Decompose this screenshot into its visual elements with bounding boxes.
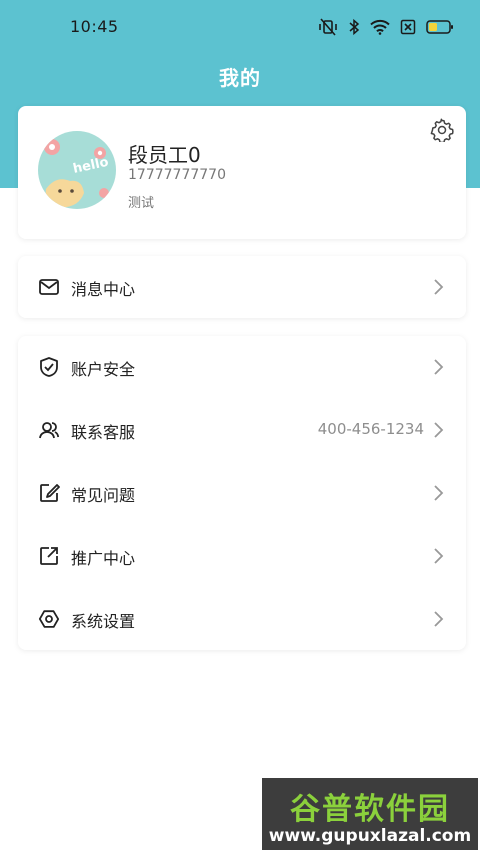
shield-check-icon — [38, 356, 60, 378]
battery-icon — [426, 19, 454, 35]
hexagon-settings-icon — [38, 608, 60, 630]
menu-item-label: 常见问题 — [71, 486, 136, 505]
chevron-right-icon — [432, 484, 444, 502]
menu-item-faq[interactable]: 常见问题 — [18, 462, 466, 524]
watermark-brand: 谷普软件园 — [290, 792, 450, 827]
avatar[interactable]: hello — [38, 131, 116, 209]
menu-item-label: 推广中心 — [71, 549, 136, 568]
profile-phone: 17777777770 — [128, 167, 226, 183]
profile-name: 段员工0 — [128, 143, 201, 167]
gear-icon — [430, 118, 454, 146]
edit-square-icon — [38, 482, 60, 504]
watermark-url: www.gupuxlazal.com — [268, 826, 472, 846]
mute-vibrate-icon — [318, 18, 338, 36]
chevron-right-icon — [432, 358, 444, 376]
chevron-right-icon — [432, 547, 444, 565]
chevron-right-icon — [432, 610, 444, 628]
menu-item-account-security[interactable]: 账户安全 — [18, 336, 466, 398]
menu-item-system-settings[interactable]: 系统设置 — [18, 588, 466, 650]
bluetooth-icon — [348, 18, 360, 36]
chevron-right-icon — [432, 421, 444, 439]
status-bar: 10:45 — [0, 0, 480, 54]
page-title: 我的 — [219, 66, 261, 90]
message-center-card[interactable]: 消息中心 — [18, 256, 466, 318]
wifi-icon — [370, 19, 390, 35]
menu-item-customer-service[interactable]: 联系客服 400-456-1234 — [18, 399, 466, 461]
status-time: 10:45 — [70, 17, 119, 36]
menu-item-promotion-center[interactable]: 推广中心 — [18, 525, 466, 587]
menu-item-label: 系统设置 — [71, 612, 136, 631]
chevron-right-icon — [432, 278, 444, 296]
profile-tag: 测试 — [128, 196, 155, 211]
mail-icon — [38, 276, 60, 298]
settings-list-card: 账户安全 联系客服 400-456-1234 常见问题 推广中心 系统设置 — [18, 336, 466, 650]
customer-service-icon — [38, 419, 60, 441]
profile-card[interactable]: hello 段员工0 17777777770 测试 — [18, 106, 466, 239]
sim-off-icon — [400, 19, 416, 35]
status-icons — [318, 14, 454, 40]
share-external-icon — [38, 545, 60, 567]
settings-button[interactable] — [430, 118, 454, 144]
menu-item-message-center[interactable]: 消息中心 — [18, 256, 466, 318]
menu-item-label: 消息中心 — [71, 280, 136, 299]
menu-item-label: 账户安全 — [71, 360, 136, 379]
menu-item-label: 联系客服 — [71, 423, 136, 442]
watermark-logo: 谷普软件园 www.gupuxlazal.com — [262, 778, 478, 850]
customer-service-phone[interactable]: 400-456-1234 — [318, 420, 424, 438]
